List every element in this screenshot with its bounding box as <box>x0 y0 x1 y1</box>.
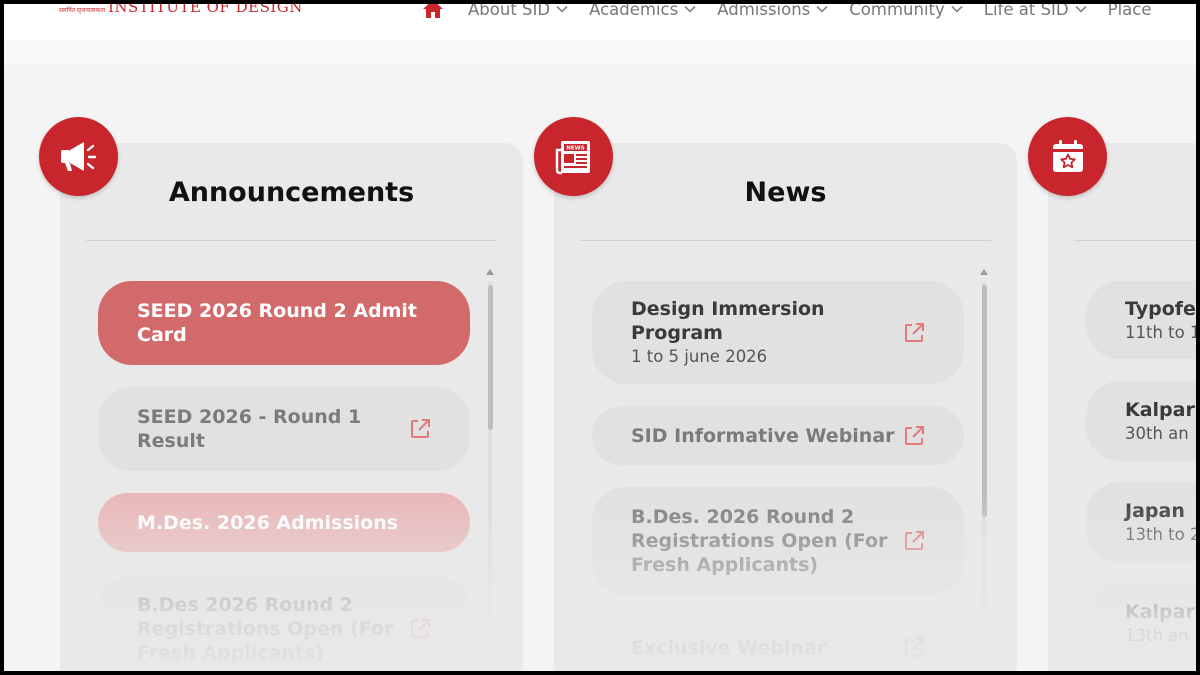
home-icon[interactable] <box>422 4 444 19</box>
external-link-icon[interactable] <box>902 529 926 553</box>
chevron-down-icon <box>816 5 828 13</box>
main-nav: About SID Academics Admissions Community… <box>422 4 1173 19</box>
logo-text[interactable]: INSTITUTE OF DESIGN <box>108 4 303 16</box>
list-item[interactable]: SEED 2026 - Round 1 Result <box>98 387 470 471</box>
item-date: 1 to 5 june 2026 <box>631 347 768 366</box>
news-card: News Design Immersion Program 1 to 5 jun… <box>554 143 1017 671</box>
logo-tagline: समर्पित सृजनात्मकता <box>59 7 106 14</box>
item-title: SEED 2026 - Round 1 Result <box>137 406 362 452</box>
nav-placements[interactable]: Place <box>1108 4 1152 19</box>
item-title: Kalpar <box>1125 600 1195 623</box>
header-band <box>4 40 1196 65</box>
nav-label: Admissions <box>717 4 811 19</box>
events-badge <box>1028 117 1107 196</box>
chevron-down-icon <box>556 5 568 13</box>
item-title: Typofe <box>1125 297 1196 320</box>
external-link-icon[interactable] <box>408 617 432 641</box>
item-title: B.Des 2026 Round 2 Registrations Open (F… <box>137 594 394 664</box>
item-title: Exclusive Webinar <box>631 636 827 659</box>
item-title: SID Informative Webinar <box>631 424 895 447</box>
scroll-up-arrow-icon[interactable] <box>486 269 494 275</box>
news-list[interactable]: Design Immersion Program 1 to 5 june 202… <box>592 281 964 671</box>
external-link-icon[interactable] <box>902 424 926 448</box>
announcements-card: Announcements SEED 2026 Round 2 Admit Ca… <box>60 143 523 671</box>
nav-about-sid[interactable]: About SID <box>468 4 568 19</box>
announcements-badge <box>39 117 118 196</box>
scroll-thumb[interactable] <box>982 285 987 517</box>
item-title: M.Des. 2026 Admissions <box>137 511 399 534</box>
external-link-icon[interactable] <box>408 417 432 441</box>
chevron-down-icon <box>684 5 696 13</box>
card-divider <box>86 240 497 241</box>
nav-label: Place <box>1107 4 1152 19</box>
list-item[interactable]: B.Des. 2026 Round 2 Registrations Open (… <box>592 487 964 595</box>
page: समर्पित सृजनात्मकता INSTITUTE OF DESIGN … <box>4 4 1196 671</box>
nav-label: Academics <box>589 4 679 19</box>
calendar-star-icon <box>1052 139 1083 172</box>
nav-academics[interactable]: Academics <box>589 4 696 19</box>
external-link-icon[interactable] <box>902 321 926 345</box>
list-item[interactable]: Kalpar 30th an <box>1086 381 1196 461</box>
nav-community[interactable]: Community <box>849 4 963 19</box>
item-date: 13th an <box>1125 625 1189 645</box>
announcements-list[interactable]: SEED 2026 Round 2 Admit Card SEED 2026 -… <box>98 281 470 671</box>
chevron-down-icon <box>951 5 963 13</box>
list-item[interactable]: SEED 2026 Round 2 Admit Card <box>98 281 470 365</box>
megaphone-icon <box>60 141 96 171</box>
list-item[interactable]: B.Des 2026 Round 2 Registrations Open (F… <box>98 575 470 671</box>
nav-label: About SID <box>468 4 551 19</box>
list-item[interactable]: SID Informative Webinar <box>592 406 964 465</box>
list-item[interactable]: Typofe 11th to 1 <box>1086 281 1196 359</box>
scroll-thumb[interactable] <box>488 285 493 430</box>
scrollbar[interactable] <box>485 269 495 659</box>
nav-life-at-sid[interactable]: Life at SID <box>984 4 1087 19</box>
card-divider <box>580 240 991 241</box>
item-title: Kalpar <box>1125 398 1195 421</box>
nav-label: Community <box>849 4 945 19</box>
newspaper-icon: NEWS <box>555 140 590 174</box>
scrollbar[interactable] <box>979 269 989 659</box>
item-title: SEED 2026 Round 2 Admit Card <box>137 300 418 346</box>
card-divider <box>1074 240 1196 241</box>
item-title: Japan <box>1125 499 1185 522</box>
site-header: समर्पित सृजनात्मकता INSTITUTE OF DESIGN … <box>4 4 1196 40</box>
item-date: 11th to 1 <box>1125 322 1196 342</box>
scroll-up-arrow-icon[interactable] <box>980 269 988 275</box>
chevron-down-icon <box>1075 5 1087 13</box>
nav-label: Life at SID <box>983 4 1069 19</box>
external-link-icon[interactable] <box>902 636 926 660</box>
list-item[interactable]: Japan 13th to 2 <box>1086 482 1196 562</box>
list-item[interactable]: Exclusive Webinar <box>592 618 964 671</box>
list-item[interactable]: Design Immersion Program 1 to 5 june 202… <box>592 281 964 384</box>
nav-admissions[interactable]: Admissions <box>717 4 828 19</box>
list-item[interactable]: Kalpar 13th an <box>1086 583 1196 663</box>
card-title: Announcements <box>168 177 415 208</box>
events-card: Typofe 11th to 1 Kalpar 30th an Japan 13… <box>1048 143 1196 671</box>
item-title: Design Immersion Program <box>631 298 825 344</box>
item-date: 13th to 2 <box>1125 524 1196 544</box>
item-title: B.Des. 2026 Round 2 Registrations Open (… <box>631 506 888 576</box>
svg-text:NEWS: NEWS <box>566 145 584 151</box>
list-item[interactable]: M.Des. 2026 Admissions <box>98 493 470 552</box>
card-title: News <box>744 177 827 208</box>
news-badge: NEWS <box>534 117 613 196</box>
item-date: 30th an <box>1125 423 1189 443</box>
events-list[interactable]: Typofe 11th to 1 Kalpar 30th an Japan 13… <box>1086 281 1196 671</box>
